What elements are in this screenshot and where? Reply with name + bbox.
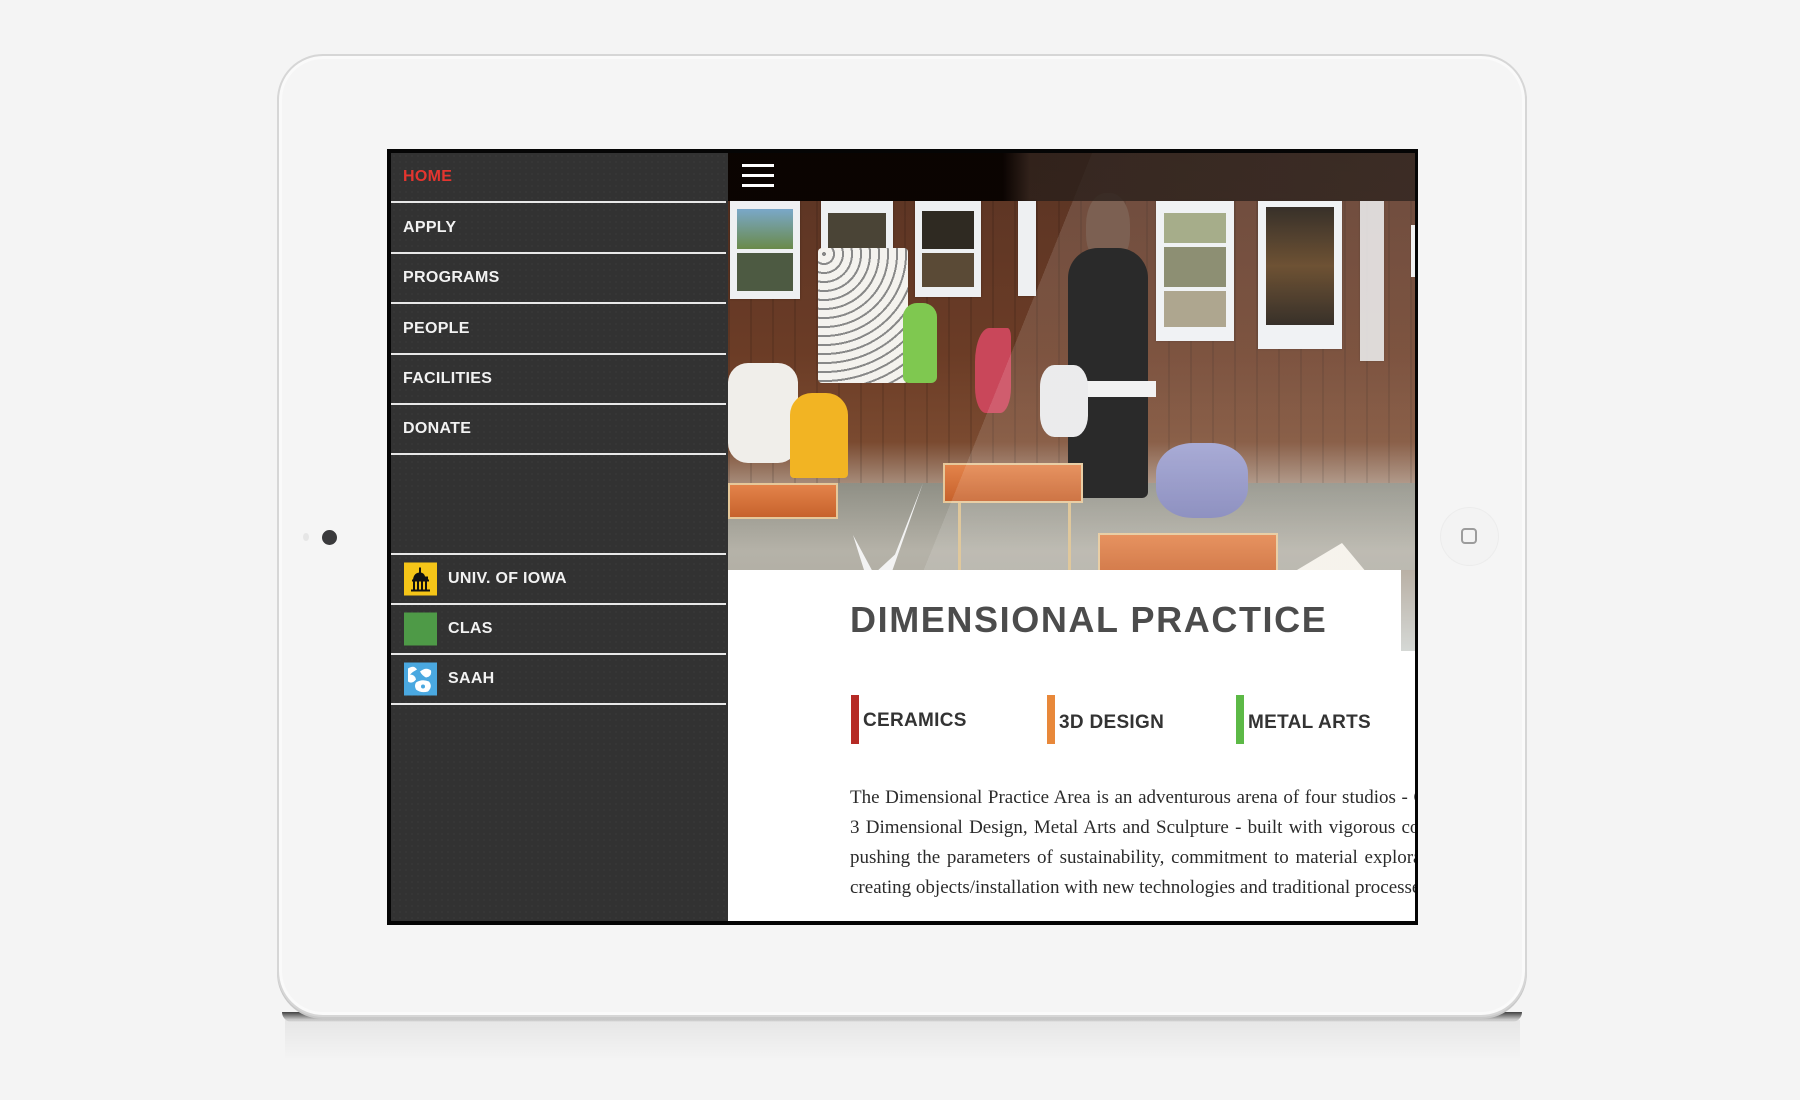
link-clas[interactable]: CLAS [391,605,726,655]
sidebar-item-home[interactable]: HOME [391,153,726,203]
white-lattice-sculpture [818,248,908,383]
yellow-lamp-sculpture [790,393,848,478]
category-label: METAL ARTS [1248,712,1371,733]
link-label: CLAS [448,620,493,637]
category-label: CERAMICS [863,710,967,731]
sidebar-item-programs[interactable]: PROGRAMS [391,254,726,304]
scrollbar[interactable] [1411,225,1415,277]
link-saah[interactable]: SAAH [391,655,726,705]
stacked-white-sculpture [1040,365,1088,437]
hamburger-menu-icon[interactable] [742,163,774,189]
pink-sculpture [975,328,1011,413]
sidebar-item-label: PEOPLE [403,320,470,337]
green-sculpture [903,303,937,383]
clas-logo-icon [404,612,437,646]
sidebar-item-label: HOME [403,168,453,185]
category-color-bar [1047,695,1055,744]
university-dome-icon [404,562,437,596]
sidebar-item-donate[interactable]: DONATE [391,405,726,455]
home-button-icon [1461,528,1477,544]
category-label: 3D DESIGN [1059,712,1165,733]
home-button[interactable] [1441,508,1498,565]
link-label: UNIV. OF IOWA [448,570,567,587]
sidebar-nav: HOME APPLY PROGRAMS PEOPLE FACILITIES DO… [391,153,728,921]
top-bar [728,153,1415,201]
category-color-bar [1236,695,1244,744]
sidebar-item-label: FACILITIES [403,370,493,387]
sidebar-item-label: DONATE [403,420,472,437]
pedestal [728,483,838,519]
lavender-sculpture [1156,443,1248,518]
sidebar-item-apply[interactable]: APPLY [391,204,726,254]
camera-icon [322,530,337,545]
hero-image-edge [1401,570,1415,651]
sidebar-item-label: PROGRAMS [403,269,500,286]
page-title: DIMENSIONAL PRACTICE [850,599,1328,640]
pedestal [943,463,1083,503]
camera-glint [303,533,309,541]
wall-poster [1156,201,1234,341]
sidebar-item-label: APPLY [403,219,457,236]
main-content: DIMENSIONAL PRACTICE CERAMICS 3D DESIGN … [728,153,1415,921]
link-univ-of-iowa[interactable]: UNIV. OF IOWA [391,555,726,605]
category-color-bar [851,695,859,744]
intro-paragraph: The Dimensional Practice Area is an adve… [850,787,1415,898]
link-label: SAAH [448,670,495,687]
wall-poster [915,201,981,297]
wall-poster [730,201,800,299]
saah-logo-icon [404,662,437,696]
device-reflection [285,1020,1520,1060]
wall-poster [1258,201,1342,349]
wall-poster [1360,201,1384,361]
sidebar-item-people[interactable]: PEOPLE [391,305,726,355]
wall-poster [1018,201,1036,296]
sidebar-item-facilities[interactable]: FACILITIES [391,355,726,405]
white-sculpture [728,363,798,463]
